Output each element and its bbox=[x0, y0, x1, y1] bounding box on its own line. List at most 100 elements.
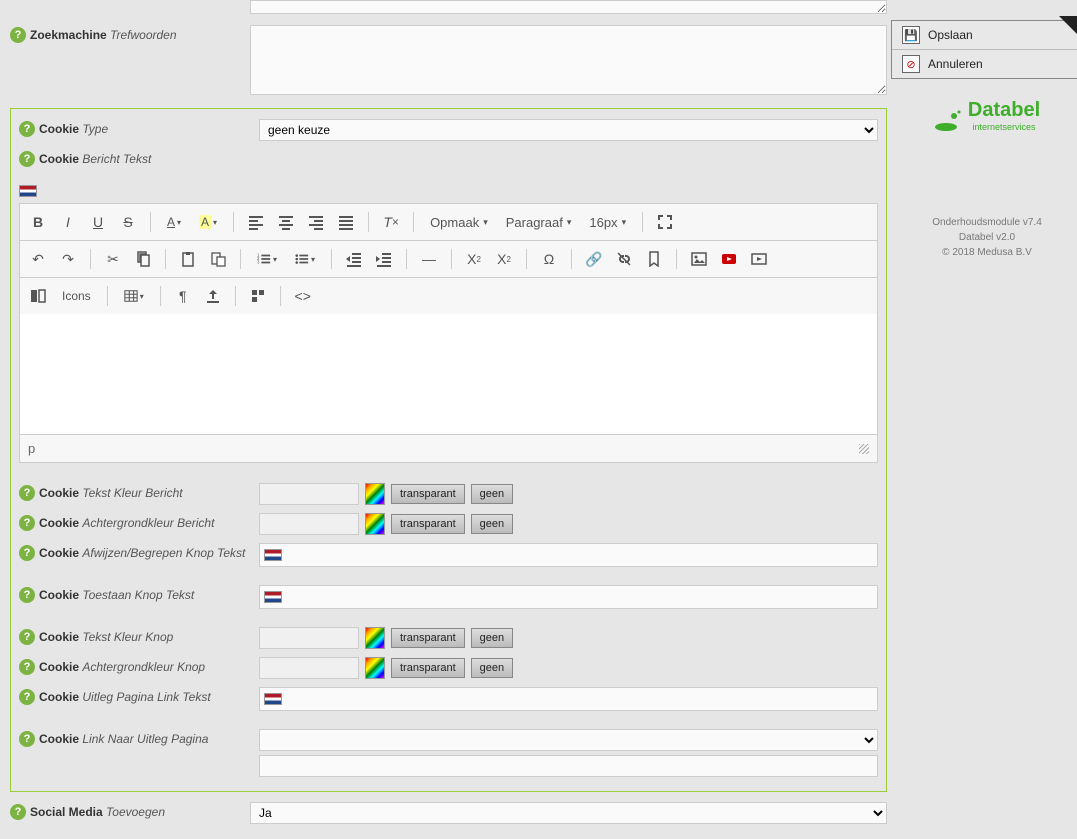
unlink-button[interactable] bbox=[610, 245, 638, 273]
help-icon[interactable]: ? bbox=[19, 515, 35, 531]
text-input-nl[interactable] bbox=[259, 585, 878, 609]
social-media-toevoegen-select[interactable]: Ja bbox=[250, 802, 887, 824]
video-button[interactable] bbox=[745, 245, 773, 273]
table-button[interactable]: ▾ bbox=[116, 282, 152, 310]
link-button[interactable]: 🔗 bbox=[580, 245, 608, 273]
icons-button[interactable]: Icons bbox=[54, 282, 99, 310]
color-picker-icon[interactable] bbox=[365, 483, 385, 505]
form-row-cookie-tekstkleur-bericht: ? Cookie Tekst Kleur Bericht transparant… bbox=[19, 479, 878, 509]
form-row bbox=[10, 0, 887, 21]
redo-button[interactable]: ↷ bbox=[54, 245, 82, 273]
align-justify-button[interactable] bbox=[332, 208, 360, 236]
svg-text:3: 3 bbox=[257, 259, 260, 264]
color-input[interactable] bbox=[259, 483, 359, 505]
paragraph-select[interactable]: Paragraaf ▾ bbox=[498, 208, 580, 236]
zoekmachine-trefwoorden-textarea[interactable] bbox=[250, 25, 887, 95]
form-row-social-media-toevoegen: ? Social Media Toevoegen Ja bbox=[10, 798, 887, 828]
link-uitleg-select[interactable] bbox=[259, 729, 878, 751]
form-row-cookie-type: ? Cookie Type geen keuze bbox=[19, 115, 878, 145]
format-select[interactable]: Opmaak ▾ bbox=[422, 208, 496, 236]
cancel-button[interactable]: ⊘ Annuleren bbox=[892, 50, 1077, 78]
form-row-cookie-bericht-tekst: ? Cookie Bericht Tekst bbox=[19, 145, 878, 173]
form-row-cookie-uitleg-link-tekst: ? Cookie Uitleg Pagina Link Tekst bbox=[19, 683, 878, 715]
underline-button[interactable]: U bbox=[84, 208, 112, 236]
find-replace-button[interactable] bbox=[244, 282, 272, 310]
text-color-button[interactable]: A ▾ bbox=[159, 208, 189, 236]
logo-icon bbox=[934, 110, 962, 132]
help-icon[interactable]: ? bbox=[19, 587, 35, 603]
geen-button[interactable]: geen bbox=[471, 658, 513, 678]
geen-button[interactable]: geen bbox=[471, 484, 513, 504]
align-right-button[interactable] bbox=[302, 208, 330, 236]
geen-button[interactable]: geen bbox=[471, 628, 513, 648]
cut-button[interactable]: ✂ bbox=[99, 245, 127, 273]
copy-button[interactable] bbox=[129, 245, 157, 273]
help-icon[interactable]: ? bbox=[19, 629, 35, 645]
fontsize-select[interactable]: 16px ▾ bbox=[581, 208, 634, 236]
columns-button[interactable] bbox=[24, 282, 52, 310]
color-input[interactable] bbox=[259, 627, 359, 649]
ordered-list-button[interactable]: 123▾ bbox=[249, 245, 285, 273]
indent-button[interactable] bbox=[370, 245, 398, 273]
special-char-button[interactable]: Ω bbox=[535, 245, 563, 273]
undo-button[interactable]: ↶ bbox=[24, 245, 52, 273]
upload-button[interactable] bbox=[199, 282, 227, 310]
action-panel: 💾 Opslaan ⊘ Annuleren bbox=[891, 20, 1077, 79]
text-input-nl[interactable] bbox=[259, 543, 878, 567]
transparant-button[interactable]: transparant bbox=[391, 658, 465, 678]
help-icon[interactable]: ? bbox=[19, 731, 35, 747]
help-icon[interactable]: ? bbox=[19, 689, 35, 705]
italic-button[interactable]: I bbox=[54, 208, 82, 236]
help-icon[interactable]: ? bbox=[19, 151, 35, 167]
youtube-button[interactable] bbox=[715, 245, 743, 273]
unordered-list-button[interactable]: ▾ bbox=[287, 245, 323, 273]
strikethrough-button[interactable]: S bbox=[114, 208, 142, 236]
pilcrow-button[interactable]: ¶ bbox=[169, 282, 197, 310]
source-button[interactable]: <> bbox=[289, 282, 317, 310]
align-center-button[interactable] bbox=[272, 208, 300, 236]
superscript-button[interactable]: X2 bbox=[490, 245, 518, 273]
help-icon[interactable]: ? bbox=[19, 485, 35, 501]
sidebar-footer: Onderhoudsmodule v7.4 Databel v2.0 © 201… bbox=[897, 215, 1077, 260]
align-left-button[interactable] bbox=[242, 208, 270, 236]
help-icon[interactable]: ? bbox=[10, 27, 26, 43]
save-label: Opslaan bbox=[928, 28, 973, 42]
background-color-button[interactable]: A ▾ bbox=[191, 208, 225, 236]
editor-toolbar-3: Icons ▾ ¶ <> bbox=[20, 278, 877, 314]
clear-format-button[interactable]: T× bbox=[377, 208, 405, 236]
paste-text-button[interactable] bbox=[204, 245, 232, 273]
help-icon[interactable]: ? bbox=[19, 659, 35, 675]
color-input[interactable] bbox=[259, 657, 359, 679]
fullscreen-button[interactable] bbox=[651, 208, 679, 236]
transparant-button[interactable]: transparant bbox=[391, 514, 465, 534]
label: Social Media Toevoegen bbox=[30, 805, 165, 819]
horizontal-rule-button[interactable]: — bbox=[415, 245, 443, 273]
link-uitleg-extra-input[interactable] bbox=[259, 755, 878, 777]
text-input-nl[interactable] bbox=[259, 687, 878, 711]
geen-button[interactable]: geen bbox=[471, 514, 513, 534]
subscript-button[interactable]: X2 bbox=[460, 245, 488, 273]
textarea-above[interactable] bbox=[250, 0, 887, 14]
editor-resize-handle[interactable] bbox=[859, 444, 869, 454]
image-button[interactable] bbox=[685, 245, 713, 273]
transparant-button[interactable]: transparant bbox=[391, 628, 465, 648]
sidebar: 💾 Opslaan ⊘ Annuleren Databel internetse… bbox=[897, 0, 1077, 828]
outdent-button[interactable] bbox=[340, 245, 368, 273]
bookmark-button[interactable] bbox=[640, 245, 668, 273]
transparant-button[interactable]: transparant bbox=[391, 484, 465, 504]
editor-content-area[interactable] bbox=[20, 314, 877, 434]
cookie-type-select[interactable]: geen keuze bbox=[259, 119, 878, 141]
flag-nl-icon bbox=[19, 185, 37, 197]
help-icon[interactable]: ? bbox=[19, 121, 35, 137]
color-input[interactable] bbox=[259, 513, 359, 535]
color-picker-icon[interactable] bbox=[365, 627, 385, 649]
save-button[interactable]: 💾 Opslaan bbox=[892, 21, 1077, 50]
help-icon[interactable]: ? bbox=[19, 545, 35, 561]
color-picker-icon[interactable] bbox=[365, 657, 385, 679]
help-icon[interactable]: ? bbox=[10, 804, 26, 820]
color-picker-icon[interactable] bbox=[365, 513, 385, 535]
rich-text-editor: B I U S A ▾ A ▾ T× Opmaak ▾ Paragraaf ▾ … bbox=[19, 203, 878, 463]
bold-button[interactable]: B bbox=[24, 208, 52, 236]
editor-toolbar-2: ↶ ↷ ✂ 123▾ ▾ — X2 X2 Ω bbox=[20, 241, 877, 278]
paste-button[interactable] bbox=[174, 245, 202, 273]
